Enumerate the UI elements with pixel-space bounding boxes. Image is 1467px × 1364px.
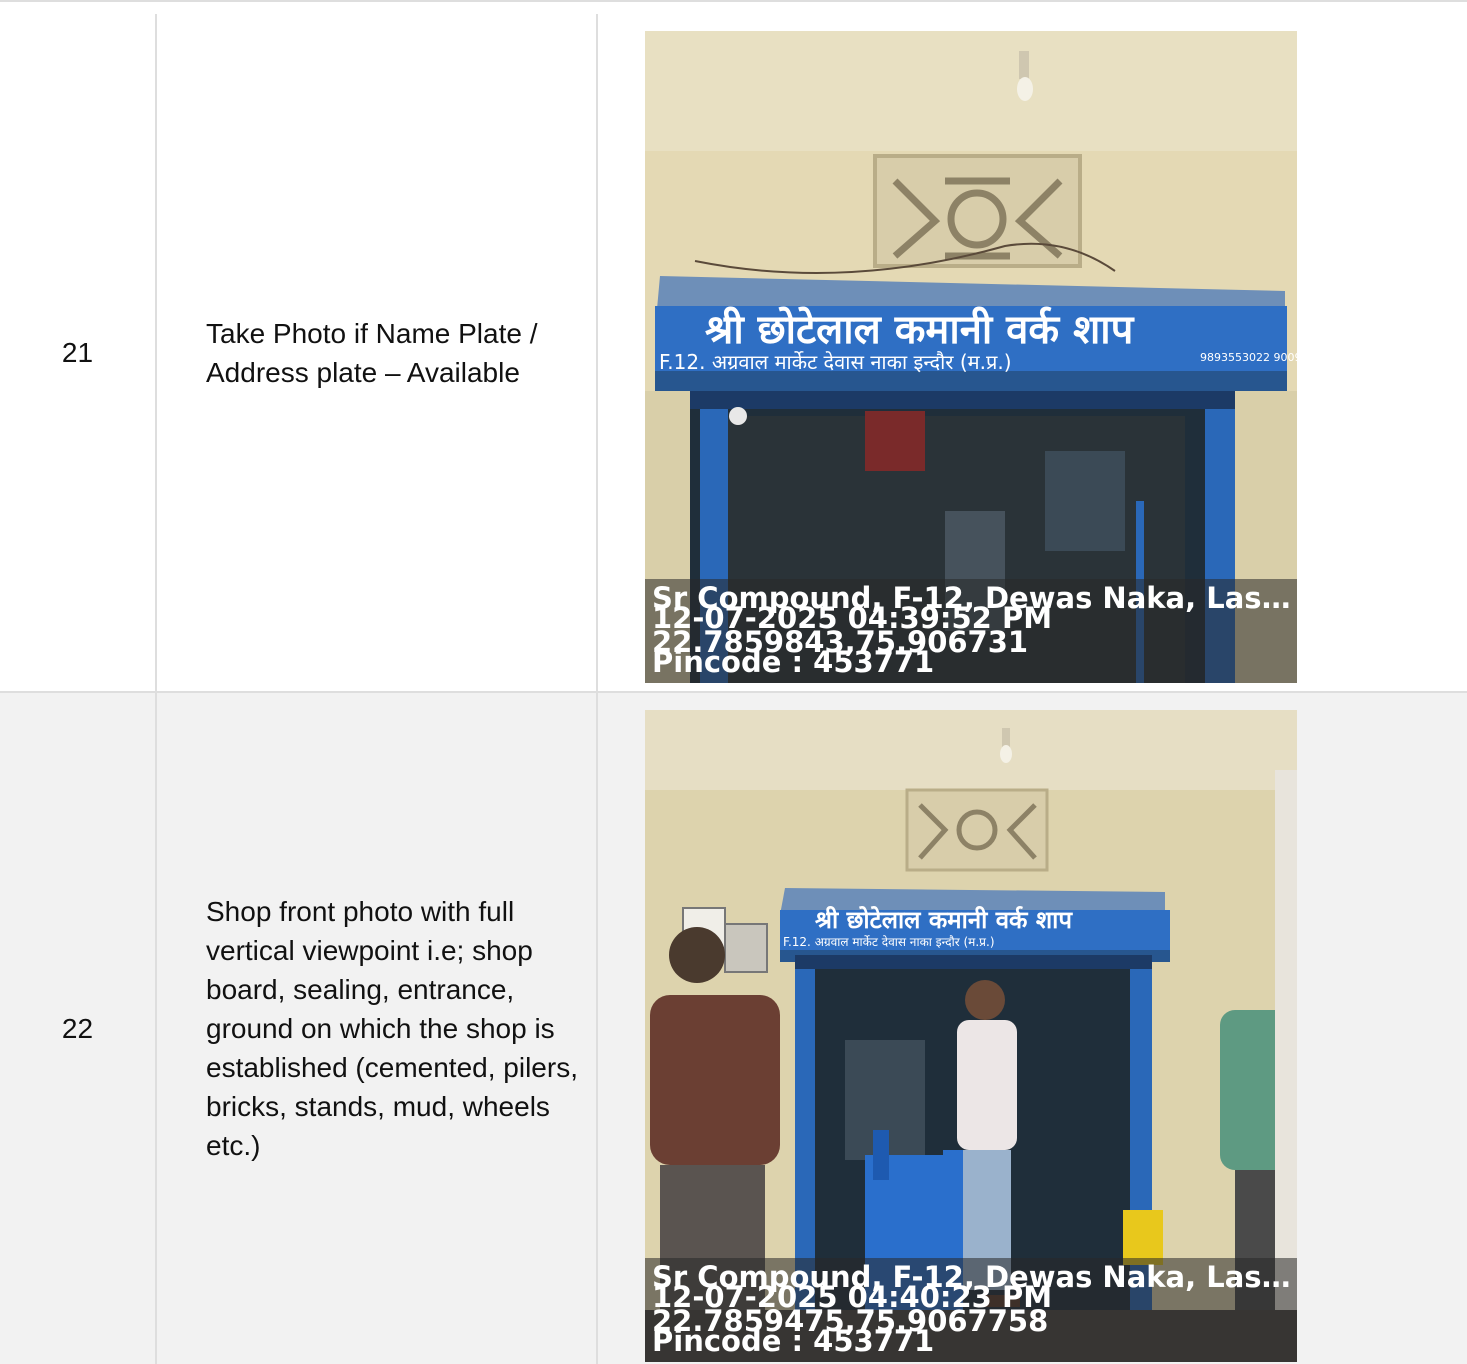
column-divider xyxy=(596,14,598,1364)
row-description: Take Photo if Name Plate / Address plate… xyxy=(206,317,538,388)
sign-address: F.12. अग्रवाल मार्केट देवास नाका इन्दौर … xyxy=(783,935,995,949)
row-number: 21 xyxy=(61,336,94,368)
shop-front-photo[interactable]: श्री छोटेलाल कमानी वर्क शाप F.12. अग्रवा… xyxy=(645,710,1297,1362)
column-divider xyxy=(155,14,157,1364)
stamp-pincode: Pincode : 453771 xyxy=(652,1324,935,1358)
photo-geo-stamp: Sr Compound, F-12, Dewas Naka, Lasudia .… xyxy=(645,1258,1297,1362)
sign-title: श्री छोटेलाल कमानी वर्क शाप xyxy=(815,906,1073,934)
table-row: 21 Take Photo if Name Plate / Address pl… xyxy=(0,14,1467,693)
sign-address: F.12. अग्रवाल मार्केट देवास नाका इन्दौर … xyxy=(659,350,1012,374)
nameplate-photo[interactable]: श्री छोटेलाल कमानी वर्क शाप F.12. अग्रवा… xyxy=(645,31,1297,683)
stamp-pincode: Pincode : 453771 xyxy=(652,645,935,679)
sign-title: श्री छोटेलाल कमानी वर्क शाप xyxy=(705,306,1135,353)
table-row: 22 Shop front photo with full vertical v… xyxy=(0,693,1467,1364)
sign-phone: 9893553022 9009383032 xyxy=(1200,351,1297,364)
row-number: 22 xyxy=(61,1012,94,1044)
row-description: Shop front photo with full vertical view… xyxy=(206,896,578,1161)
checklist-table: 21 Take Photo if Name Plate / Address pl… xyxy=(0,0,1467,1364)
photo-geo-stamp: Sr Compound, F-12, Dewas Naka, Lasudia .… xyxy=(645,579,1297,683)
